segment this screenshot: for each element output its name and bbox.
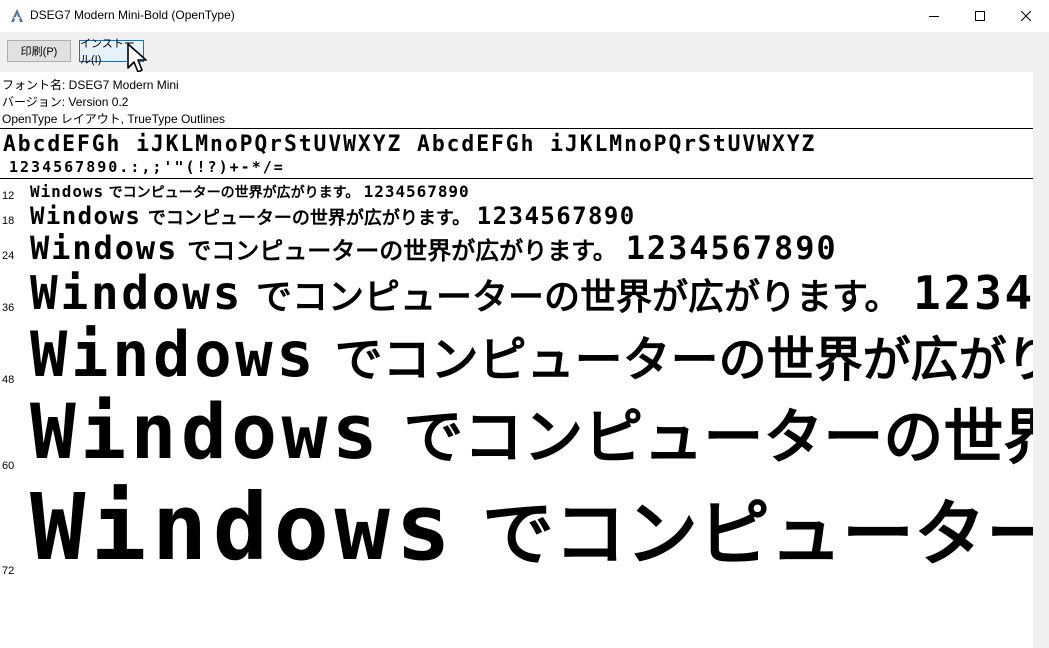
charset-line-2: 1234567890.:,;'"(!?)+-*/=	[9, 158, 285, 176]
sample-digits: 1234567890	[363, 182, 470, 201]
sample-jp: でコンピューターの世界が広がります。	[403, 404, 1033, 471]
window-title: DSEG7 Modern Mini-Bold (OpenType)	[30, 8, 235, 22]
font-preview-area: フォント名: DSEG7 Modern Mini バージョン: Version …	[0, 72, 1033, 648]
sample-text: Windows でコンピューターの世界が広がります。 1234567890	[30, 394, 1033, 471]
print-button[interactable]: 印刷(P)	[7, 40, 71, 62]
toolbar: 印刷(P) インストール(I)	[0, 32, 1049, 72]
size-label: 18	[2, 215, 15, 227]
sample-latin: Windows	[30, 182, 105, 201]
size-label: 36	[2, 302, 15, 314]
sample-digits: 1234567890	[476, 202, 636, 230]
sample-text: Windows でコンピューターの世界が広がります。 1234567890	[30, 270, 1033, 316]
font-name-info: フォント名: DSEG7 Modern Mini	[2, 78, 179, 92]
font-version-info: バージョン: Version 0.2	[2, 95, 129, 109]
sample-text: Windows でコンピューターの世界が広がります。 1234567890	[30, 232, 838, 264]
sample-digits: 1234567890	[913, 266, 1033, 320]
sample-latin: Windows	[30, 387, 383, 476]
sample-latin: Windows	[30, 474, 457, 581]
size-label: 48	[2, 374, 15, 386]
minimize-button[interactable]	[911, 0, 957, 32]
size-label: 72	[2, 565, 15, 577]
sample-latin: Windows	[30, 202, 142, 230]
sample-text: Windows でコンピューターの世界が広がります。 1234567890	[30, 324, 1033, 387]
mouse-cursor-icon	[127, 43, 147, 73]
sample-text: Windows でコンピューターの世界が広がります。 1234567890	[30, 482, 1033, 574]
size-label: 60	[2, 460, 15, 472]
sample-jp: でコンピューターの世界が広がります。	[255, 276, 901, 317]
font-app-icon	[9, 8, 25, 24]
sample-jp: でコンピューターの世界が広がります。	[108, 184, 360, 200]
font-type-info: OpenType レイアウト, TrueType Outlines	[2, 112, 225, 126]
sample-latin: Windows	[30, 266, 244, 320]
vertical-scrollbar[interactable]	[1033, 72, 1049, 648]
minimize-icon	[929, 16, 939, 17]
close-icon	[1021, 11, 1031, 21]
sample-jp: でコンピューターの世界が広がります。	[147, 208, 471, 228]
sample-jp: でコンピューターの世界が広がります。	[187, 238, 617, 265]
maximize-button[interactable]	[957, 0, 1003, 32]
sample-latin: Windows	[30, 318, 318, 391]
charset-line-1: AbcdEFGh iJKLMnoPQrStUVWXYZ AbcdEFGh iJK…	[3, 132, 817, 157]
sample-latin: Windows	[30, 229, 179, 267]
sample-jp: でコンピューターの世界が広がります。	[481, 495, 1033, 575]
sample-text: Windows でコンピューターの世界が広がります。 1234567890	[30, 204, 636, 229]
title-bar: DSEG7 Modern Mini-Bold (OpenType)	[0, 0, 1049, 33]
close-button[interactable]	[1003, 0, 1049, 32]
size-label: 24	[2, 250, 15, 262]
sample-jp: でコンピューターの世界が広がります。	[334, 334, 1033, 387]
separator	[0, 128, 1033, 129]
size-label: 12	[2, 190, 15, 202]
sample-text: Windows でコンピューターの世界が広がります。 1234567890	[30, 184, 470, 201]
separator	[0, 178, 1033, 179]
maximize-icon	[975, 11, 985, 21]
sample-digits: 1234567890	[625, 229, 838, 267]
